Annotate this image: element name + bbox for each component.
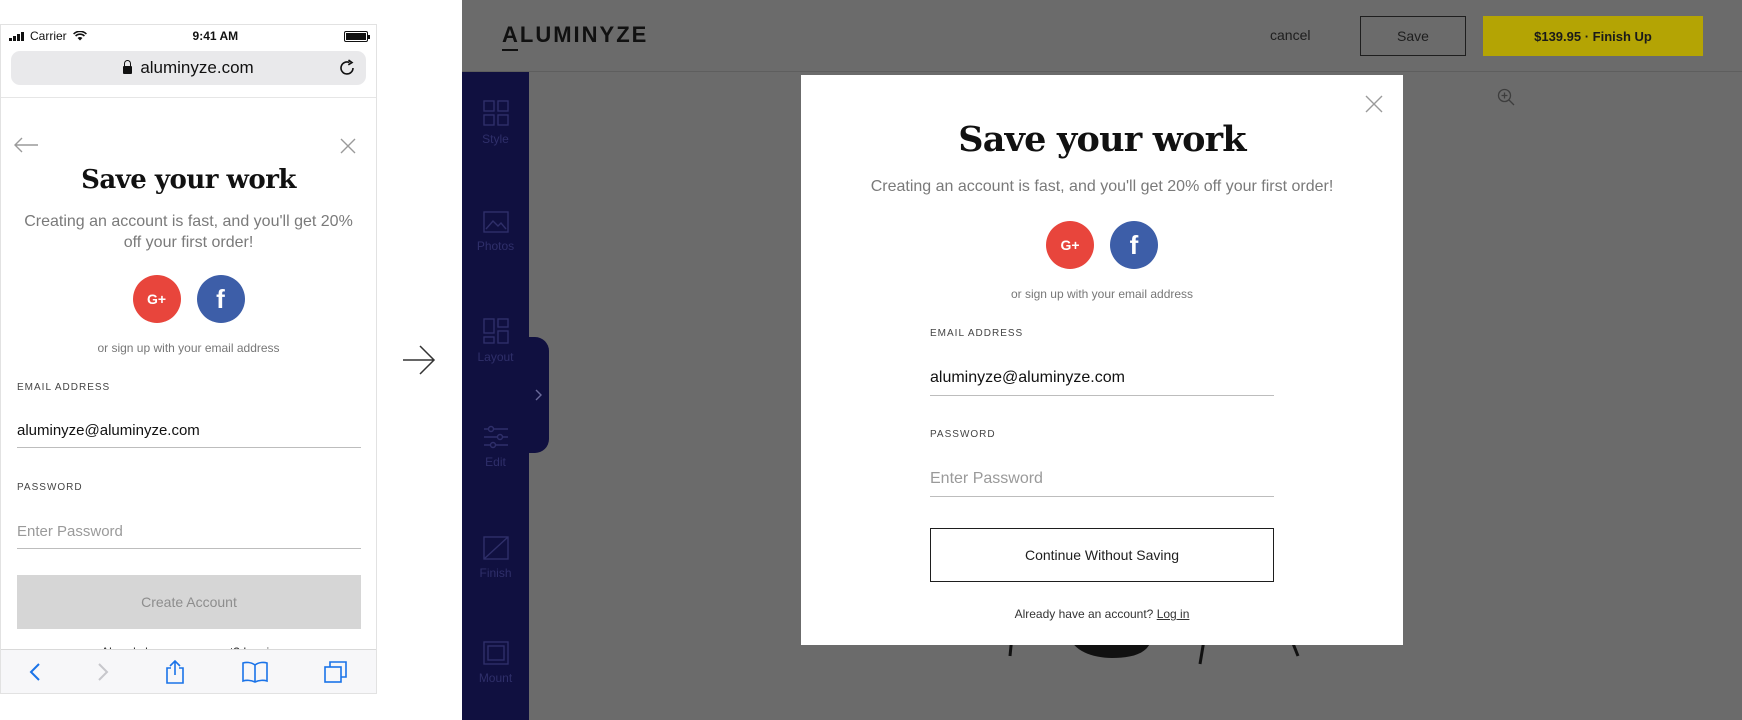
back-icon[interactable] bbox=[28, 662, 42, 682]
wifi-icon bbox=[72, 31, 87, 41]
browser-toolbar bbox=[1, 649, 376, 693]
close-icon[interactable] bbox=[340, 138, 356, 154]
email-field[interactable]: aluminyze@aluminyze.com bbox=[17, 414, 361, 448]
social-buttons: G+ f bbox=[801, 221, 1403, 269]
arrow-right-icon bbox=[403, 345, 436, 375]
email-field[interactable]: aluminyze@aluminyze.com bbox=[930, 360, 1274, 396]
facebook-icon: f bbox=[1129, 229, 1139, 260]
sidebar-item-label: Finish bbox=[479, 566, 512, 580]
sidebar-item-label: Style bbox=[482, 132, 509, 146]
status-bar: Carrier 9:41 AM bbox=[1, 25, 376, 47]
save-button[interactable]: Save bbox=[1360, 16, 1466, 56]
divider bbox=[1, 97, 376, 98]
signal-icon bbox=[9, 31, 24, 41]
password-label: PASSWORD bbox=[930, 429, 996, 440]
save-work-modal: Save your work Creating an account is fa… bbox=[801, 75, 1403, 645]
tabs-icon[interactable] bbox=[323, 660, 349, 684]
chevron-right-icon bbox=[535, 389, 542, 401]
share-icon[interactable] bbox=[164, 659, 186, 685]
sidebar-item-label: Edit bbox=[485, 455, 506, 469]
email-label: EMAIL ADDRESS bbox=[930, 328, 1024, 339]
reload-icon[interactable] bbox=[338, 59, 356, 77]
close-icon[interactable] bbox=[1365, 95, 1383, 113]
google-plus-button[interactable]: G+ bbox=[1046, 221, 1094, 269]
sidebar-item-photos[interactable]: Photos bbox=[462, 211, 529, 253]
sidebar-item-layout[interactable]: Layout bbox=[462, 318, 529, 364]
forward-icon[interactable] bbox=[96, 662, 110, 682]
sidebar-item-mount[interactable]: Mount bbox=[462, 641, 529, 685]
sidebar-item-label: Mount bbox=[478, 671, 513, 685]
layout-icon bbox=[482, 318, 509, 344]
facebook-icon: f bbox=[216, 283, 225, 314]
back-arrow-icon[interactable] bbox=[13, 137, 39, 153]
photo-icon bbox=[482, 211, 509, 233]
mobile-screen: Carrier 9:41 AM aluminyze.com Save your … bbox=[0, 24, 377, 694]
url-text: aluminyze.com bbox=[140, 58, 254, 77]
zoom-in-icon[interactable] bbox=[1497, 88, 1515, 106]
lock-icon bbox=[123, 60, 133, 74]
brand-logo[interactable]: ALUMINYZE bbox=[502, 22, 648, 51]
signup-divider-text: or sign up with your email address bbox=[97, 341, 280, 355]
google-plus-icon: G+ bbox=[146, 291, 167, 307]
password-label: PASSWORD bbox=[17, 482, 83, 493]
login-prompt-text: Already have an account? bbox=[1014, 607, 1154, 621]
comparison-stage: Carrier 9:41 AM aluminyze.com Save your … bbox=[0, 0, 1742, 720]
carrier-label: Carrier bbox=[30, 29, 67, 43]
google-plus-icon: G+ bbox=[1060, 237, 1080, 253]
sidebar-item-label: Photos bbox=[476, 239, 515, 253]
login-link[interactable]: Log in bbox=[1157, 607, 1190, 621]
modal-subtitle: Creating an account is fast, and you'll … bbox=[24, 213, 353, 251]
password-field[interactable]: Enter Password bbox=[17, 515, 361, 549]
grid-icon bbox=[482, 100, 509, 126]
signup-divider-text: or sign up with your email address bbox=[1010, 287, 1194, 301]
editor-sidebar: Style Photos Layout Edit Finish Mount bbox=[462, 72, 529, 720]
modal-subtitle: Creating an account is fast, and you'll … bbox=[870, 178, 1334, 195]
sidebar-expand-tab[interactable] bbox=[529, 337, 549, 453]
sidebar-item-style[interactable]: Style bbox=[462, 100, 529, 146]
app-header: ALUMINYZE cancel Save $139.95 · Finish U… bbox=[462, 0, 1742, 72]
url-bar[interactable]: aluminyze.com bbox=[11, 51, 366, 85]
battery-icon bbox=[344, 30, 370, 42]
login-prompt: Already have an account? Log in bbox=[801, 607, 1403, 621]
email-label: EMAIL ADDRESS bbox=[17, 382, 111, 393]
google-plus-button[interactable]: G+ bbox=[132, 275, 181, 323]
facebook-button[interactable]: f bbox=[1110, 221, 1158, 269]
cancel-link[interactable]: cancel bbox=[1270, 27, 1310, 43]
facebook-button[interactable]: f bbox=[196, 275, 245, 323]
password-field[interactable]: Enter Password bbox=[930, 461, 1274, 497]
sliders-icon bbox=[483, 425, 508, 449]
social-buttons: G+ f bbox=[1, 275, 376, 323]
finish-up-button[interactable]: $139.95 · Finish Up bbox=[1483, 16, 1703, 56]
sidebar-item-finish[interactable]: Finish bbox=[462, 536, 529, 580]
sidebar-item-edit[interactable]: Edit bbox=[462, 425, 529, 469]
modal-title: Save your work bbox=[81, 165, 296, 195]
sidebar-item-label: Layout bbox=[477, 350, 514, 364]
desktop-screen: ALUMINYZE cancel Save $139.95 · Finish U… bbox=[462, 0, 1742, 720]
finish-icon bbox=[482, 536, 509, 560]
modal-title: Save your work bbox=[958, 119, 1246, 160]
create-account-button[interactable]: Create Account bbox=[17, 575, 361, 629]
continue-without-saving-button[interactable]: Continue Without Saving bbox=[930, 528, 1274, 582]
bookmarks-icon[interactable] bbox=[241, 661, 269, 683]
mount-icon bbox=[482, 641, 509, 665]
status-time: 9:41 AM bbox=[192, 29, 239, 43]
